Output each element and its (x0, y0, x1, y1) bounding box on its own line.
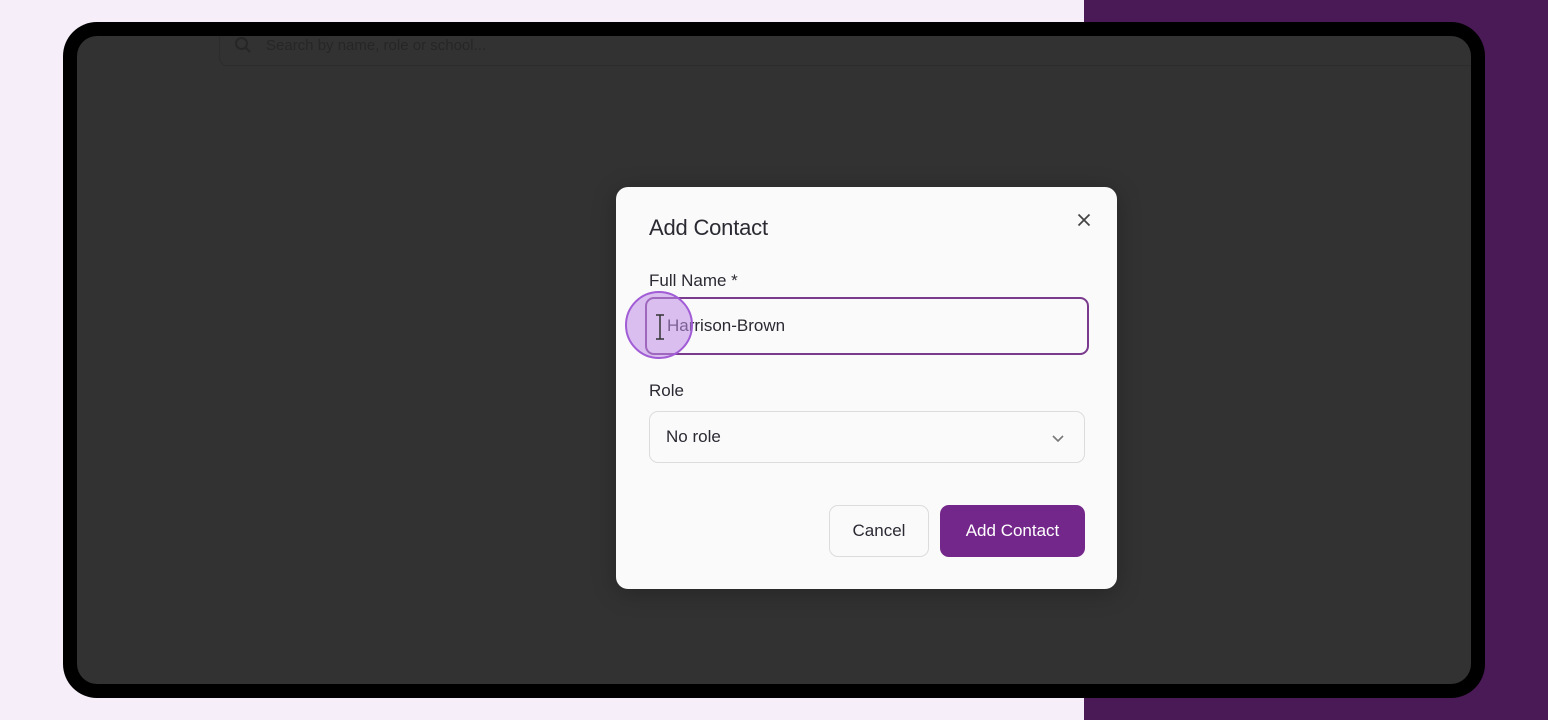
close-button[interactable] (1073, 209, 1095, 231)
close-icon (1077, 213, 1091, 227)
search-placeholder: Search by name, role or school... (266, 36, 487, 54)
add-contact-button[interactable]: Add Contact (940, 505, 1085, 557)
role-value: No role (666, 427, 721, 446)
text-cursor-icon (656, 314, 664, 340)
add-contact-dialog: Add Contact Full Name * Harrison-Brown R… (616, 187, 1117, 589)
chevron-down-icon (1052, 435, 1064, 443)
role-label: Role (649, 381, 684, 400)
search-icon (234, 36, 252, 54)
cancel-button[interactable]: Cancel (829, 505, 929, 557)
search-input: Search by name, role or school... (219, 36, 1471, 66)
app-screen: Search by name, role or school... Add Co… (77, 36, 1471, 684)
full-name-input[interactable]: Harrison-Brown (645, 297, 1089, 355)
dialog-title: Add Contact (649, 215, 768, 240)
role-select[interactable]: No role (649, 411, 1085, 463)
full-name-label: Full Name * (649, 271, 738, 290)
